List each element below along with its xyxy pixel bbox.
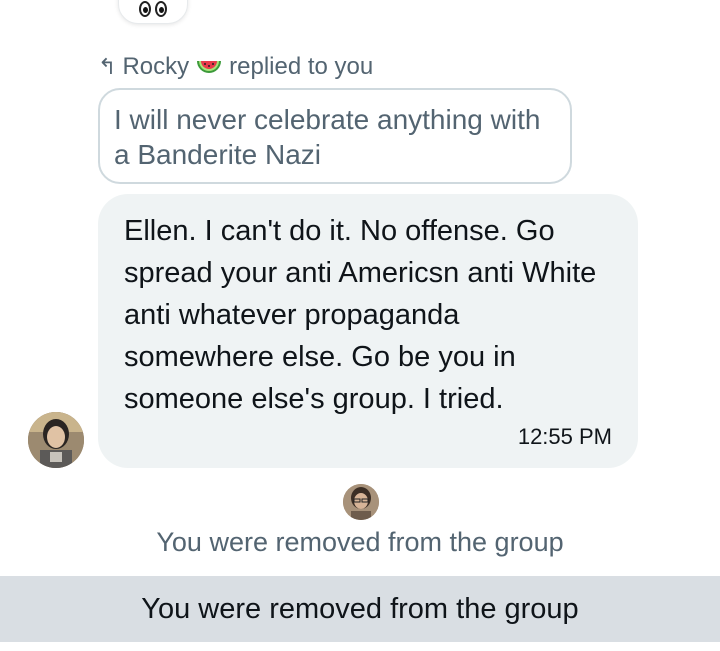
- message-timestamp: 12:55 PM: [517, 424, 612, 449]
- eyes-icon: [137, 1, 169, 17]
- remover-avatar[interactable]: [343, 484, 379, 520]
- message-bubble[interactable]: Ellen. I can't do it. No offense. Go spr…: [98, 194, 638, 468]
- reply-arrow-icon: ↰: [98, 54, 117, 79]
- reply-header: ↰ Rocky replied to you: [98, 52, 373, 82]
- quoted-message-text: I will never celebrate anything with a B…: [114, 104, 541, 170]
- reaction-bubble[interactable]: [118, 0, 188, 24]
- removed-banner: You were removed from the group: [0, 576, 720, 642]
- sender-avatar[interactable]: [28, 412, 84, 468]
- watermelon-icon: [195, 55, 223, 79]
- system-message: You were removed from the group: [156, 527, 564, 557]
- removed-banner-text: You were removed from the group: [141, 592, 579, 625]
- quoted-message[interactable]: I will never celebrate anything with a B…: [98, 88, 572, 184]
- reply-label: replied to you: [229, 53, 374, 80]
- message-text: Ellen. I can't do it. No offense. Go spr…: [124, 215, 597, 415]
- reply-sender-name[interactable]: Rocky: [122, 53, 189, 81]
